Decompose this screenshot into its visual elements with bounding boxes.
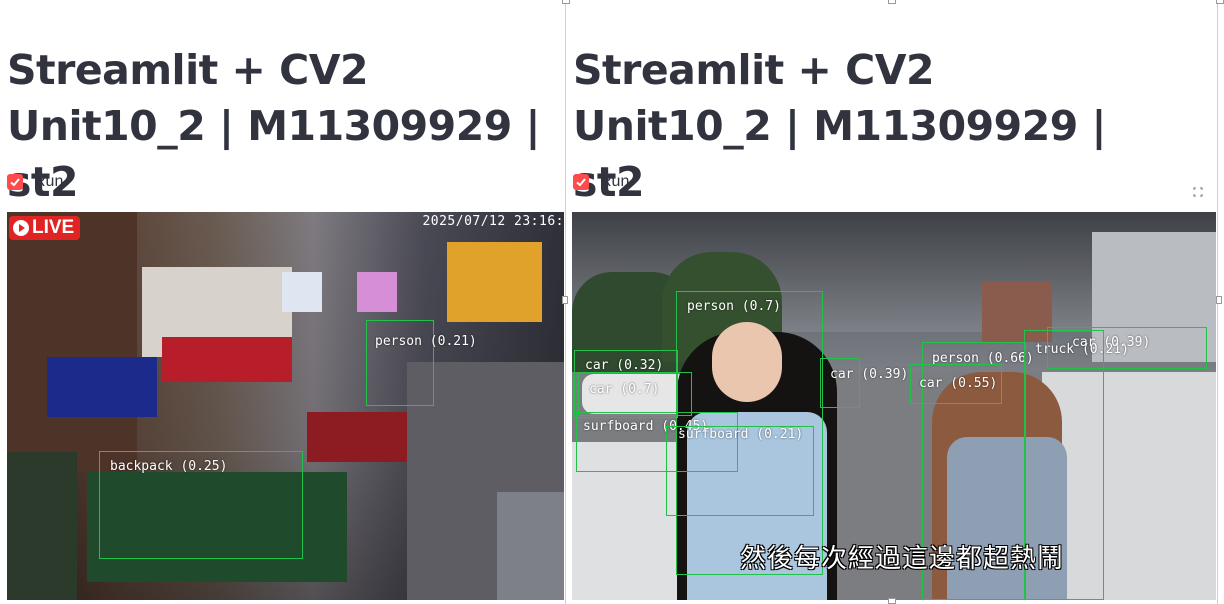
detection-label: person (0.7) — [687, 299, 781, 314]
neon-sign-block — [47, 357, 157, 417]
run-checkbox-label: Run — [34, 173, 64, 190]
video-timestamp: 2025/07/12 23:16: — [422, 214, 564, 229]
detection-label: backpack (0.25) — [110, 459, 228, 474]
run-checkbox-label: Run — [600, 173, 630, 190]
video-frame: person (0.7) car (0.32) car (0.7) surfbo… — [572, 212, 1216, 600]
page-title: Streamlit + CV2 Unit10_2 | M11309929 | s… — [573, 46, 1107, 206]
detection-label: car (0.39) — [1072, 335, 1151, 350]
detection-box — [366, 320, 434, 406]
detection-label: car (0.32) — [585, 358, 664, 373]
awning-block — [7, 452, 77, 600]
building-block — [7, 212, 137, 472]
resize-handle[interactable] — [562, 296, 568, 304]
window-light-block — [357, 272, 397, 312]
run-checkbox[interactable]: Run — [7, 172, 63, 192]
run-checkbox[interactable]: Run — [573, 172, 629, 192]
fullscreen-icon — [1193, 187, 1203, 197]
detection-label: car (0.55) — [919, 376, 998, 391]
fullscreen-button[interactable] — [1184, 180, 1212, 204]
detection-box — [820, 358, 860, 408]
resize-handle[interactable] — [1216, 296, 1222, 304]
page-title: Streamlit + CV2 Unit10_2 | M11309929 | s… — [7, 46, 541, 206]
detection-label: surfboard (0.21) — [678, 427, 804, 442]
play-circle-icon — [13, 220, 29, 236]
check-icon[interactable] — [7, 174, 23, 190]
shop-sign-block — [162, 337, 292, 382]
check-icon[interactable] — [573, 174, 589, 190]
resize-handle[interactable] — [888, 0, 896, 4]
detection-label: person (0.21) — [375, 334, 477, 349]
video-subtitle: 然後每次經過這邊都超熱鬧 — [740, 544, 1065, 574]
live-badge: LIVE — [9, 216, 81, 240]
live-badge-label: LIVE — [32, 217, 75, 238]
video-frame: LIVE 2025/07/12 23:16: person (0.21) bac… — [7, 212, 564, 600]
resize-handle[interactable] — [1216, 0, 1224, 4]
building-block — [497, 492, 564, 600]
resize-handle[interactable] — [562, 0, 570, 4]
window-light-block — [282, 272, 322, 312]
resize-handle[interactable] — [888, 598, 896, 604]
billboard-block — [447, 242, 542, 322]
detection-label: car (0.7) — [589, 382, 660, 397]
detection-label: car (0.39) — [830, 367, 909, 382]
